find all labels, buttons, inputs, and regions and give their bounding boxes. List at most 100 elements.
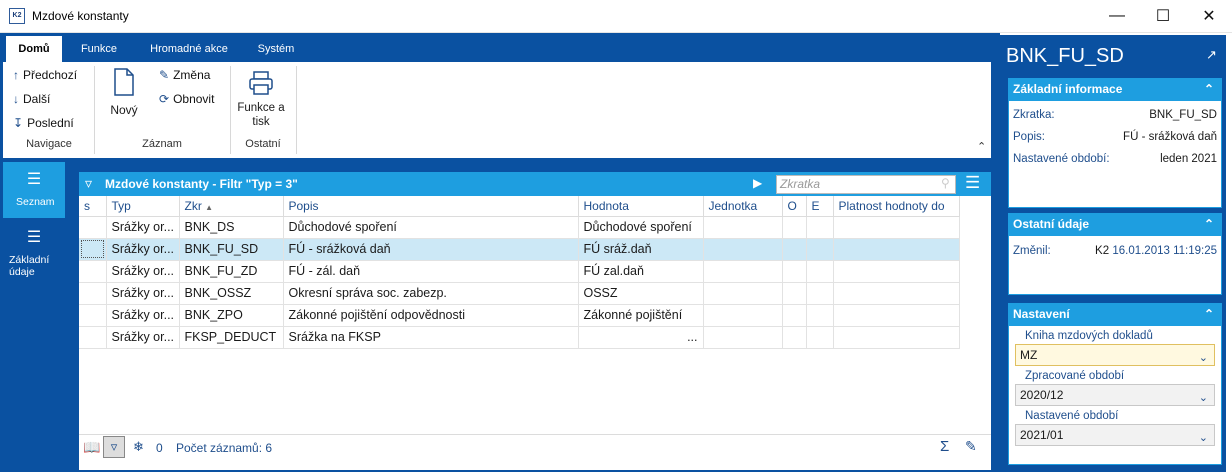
cell-popis: Okresní správa soc. zabezp. [283,282,579,305]
edit-button[interactable]: ✎ Změna [159,68,210,82]
nav-item-seznam[interactable]: ☰ Seznam [3,162,65,218]
changed-date: 16.01.2013 11:19:25 [1112,245,1217,257]
new-button[interactable]: Nový [104,68,144,117]
sum-icon[interactable]: Σ [940,438,949,455]
cell-zkr: BNK_ZPO [179,304,284,327]
kv-key: Nastavené období: [1013,153,1110,165]
col-header[interactable]: Popis [283,196,579,217]
cell-jednotka [703,216,783,239]
col-header[interactable]: Hodnota [578,196,704,217]
next-button[interactable]: ↓ Další [13,92,50,106]
cell-typ: Srážky or... [106,282,180,305]
printer-icon [249,71,273,95]
popout-icon[interactable]: ↗ [1206,47,1217,63]
arrow-down-icon: ↓ [13,92,19,106]
section-header-basic[interactable]: Základní informace ⌃ [1008,78,1222,100]
kv-obdobi: Nastavené období: leden 2021 [1009,148,1221,170]
chevron-down-icon[interactable]: ⌄ [1199,348,1208,368]
tab-funkce[interactable]: Funkce [69,36,129,62]
cell-zkr: BNK_DS [179,216,284,239]
search-icon[interactable]: ⚲ [941,176,950,190]
table-row-selected[interactable]: Srážky or... BNK_FU_SD FÚ - srážková daň… [79,238,960,261]
tab-hromadne-akce[interactable]: Hromadné akce [137,36,241,62]
col-header[interactable]: E [806,196,834,217]
table-row[interactable]: Srážky or... BNK_DS Důchodové spoření Dů… [79,216,960,239]
set-period-select[interactable]: 2021/01 ⌄ [1015,424,1215,446]
col-header[interactable]: s [79,196,107,217]
cell-jednotka [703,304,783,327]
cell-popis: Důchodové spoření [283,216,579,239]
collapse-icon[interactable]: ⌃ [1204,213,1214,235]
snowflake-icon[interactable]: ❄ [133,439,144,455]
tab-domu[interactable]: Domů [6,36,62,62]
section-title: Ostatní údaje [1013,217,1090,231]
sort-asc-icon: ▲ [205,202,214,212]
collapse-icon[interactable]: ⌃ [1204,303,1214,325]
book-select[interactable]: MZ ⌄ [1015,344,1215,366]
filter-icon[interactable]: ▿ [85,175,92,192]
processed-select[interactable]: 2020/12 ⌄ [1015,384,1215,406]
tab-system[interactable]: Systém [247,36,305,62]
collapse-ribbon-icon[interactable]: ⌃ [977,140,986,153]
set-period-label: Nastavené období [1025,410,1119,422]
search-input[interactable]: Zkratka [776,175,956,194]
menu-icon[interactable]: ☰ [965,173,980,193]
close-button[interactable]: ✕ [1186,0,1232,32]
cell-o [782,260,807,283]
chevron-down-icon[interactable]: ⌄ [1199,388,1208,408]
section-settings: Kniha mzdových dokladů MZ ⌄ Zpracované o… [1008,325,1222,465]
previous-button[interactable]: ↑ Předchozí [13,68,77,82]
cell-jednotka [703,238,783,261]
cell-typ: Srážky or... [106,326,180,349]
col-header[interactable]: Platnost hodnoty do [833,196,960,217]
col-header-sorted[interactable]: Zkr ▲ [179,196,284,217]
cell-zkr: BNK_OSSZ [179,282,284,305]
ribbon: ↑ Předchozí ↓ Další ↧ Poslední Navigace … [3,62,991,158]
table-row[interactable]: Srážky or... BNK_FU_ZD FÚ - zál. daň FÚ … [79,260,960,283]
processed-value: 2020/12 [1020,388,1064,402]
filter-toggle-icon[interactable]: ▿ [103,436,125,458]
edit-icon[interactable]: ✎ [965,438,977,455]
cell-hodnota: OSSZ [578,282,704,305]
refresh-button[interactable]: ⟳ Obnovit [159,92,214,106]
table-row[interactable]: Srážky or... FKSP_DEDUCT Srážka na FKSP … [79,326,960,349]
detail-panel: BNK_FU_SD ↗ Základní informace ⌃ Zkratka… [994,33,1232,472]
book-icon[interactable]: 📖 [83,439,100,456]
print-functions-button[interactable]: Funkce a tisk [233,70,289,129]
kv-changed: Změnil: K2 16.01.2013 11:19:25 [1009,240,1221,262]
last-button[interactable]: ↧ Poslední [13,116,74,130]
new-label: Nový [110,103,138,117]
book-value: MZ [1020,348,1038,362]
kv-value: leden 2021 [1160,153,1217,165]
cell-o [782,216,807,239]
section-header-other[interactable]: Ostatní údaje ⌃ [1008,213,1222,235]
set-period-value: 2021/01 [1020,428,1064,442]
table-row[interactable]: Srážky or... BNK_OSSZ Okresní správa soc… [79,282,960,305]
cell-popis: Zákonné pojištění odpovědnosti [283,304,579,327]
kv-key: Změnil: [1013,245,1051,257]
print-functions-label: Funkce a tisk [237,102,285,128]
grid-panel: ▿ Mzdové konstanty - Filtr "Typ = 3" ▶ Z… [79,172,991,470]
ribbon-separator [230,66,231,154]
chevron-down-icon[interactable]: ⌄ [1199,428,1208,448]
side-nav: ☰ Seznam ☰ Základní údaje [3,162,65,470]
col-header[interactable]: O [782,196,807,217]
minimize-button[interactable]: — [1094,0,1140,32]
cell-s [79,238,107,261]
col-header[interactable]: Typ [106,196,180,217]
book-label: Kniha mzdových dokladů [1025,330,1153,342]
nav-item-zakladni-udaje[interactable]: ☰ Základní údaje [3,224,65,288]
last-label: Poslední [27,116,74,130]
cell-typ: Srážky or... [106,304,180,327]
cell-popis: Srážka na FKSP [283,326,579,349]
play-icon[interactable]: ▶ [753,176,762,190]
section-header-settings[interactable]: Nastavení ⌃ [1008,303,1222,325]
table-row[interactable]: Srážky or... BNK_ZPO Zákonné pojištění o… [79,304,960,327]
cell-hodnota: Důchodové spoření [578,216,704,239]
changed-user: K2 [1095,245,1110,257]
cell-e [806,216,834,239]
table-header-row: s Typ Zkr ▲ Popis Hodnota Jednotka O E P… [79,196,960,217]
col-header[interactable]: Jednotka [703,196,783,217]
collapse-icon[interactable]: ⌃ [1204,78,1214,100]
maximize-button[interactable]: ☐ [1140,0,1186,32]
